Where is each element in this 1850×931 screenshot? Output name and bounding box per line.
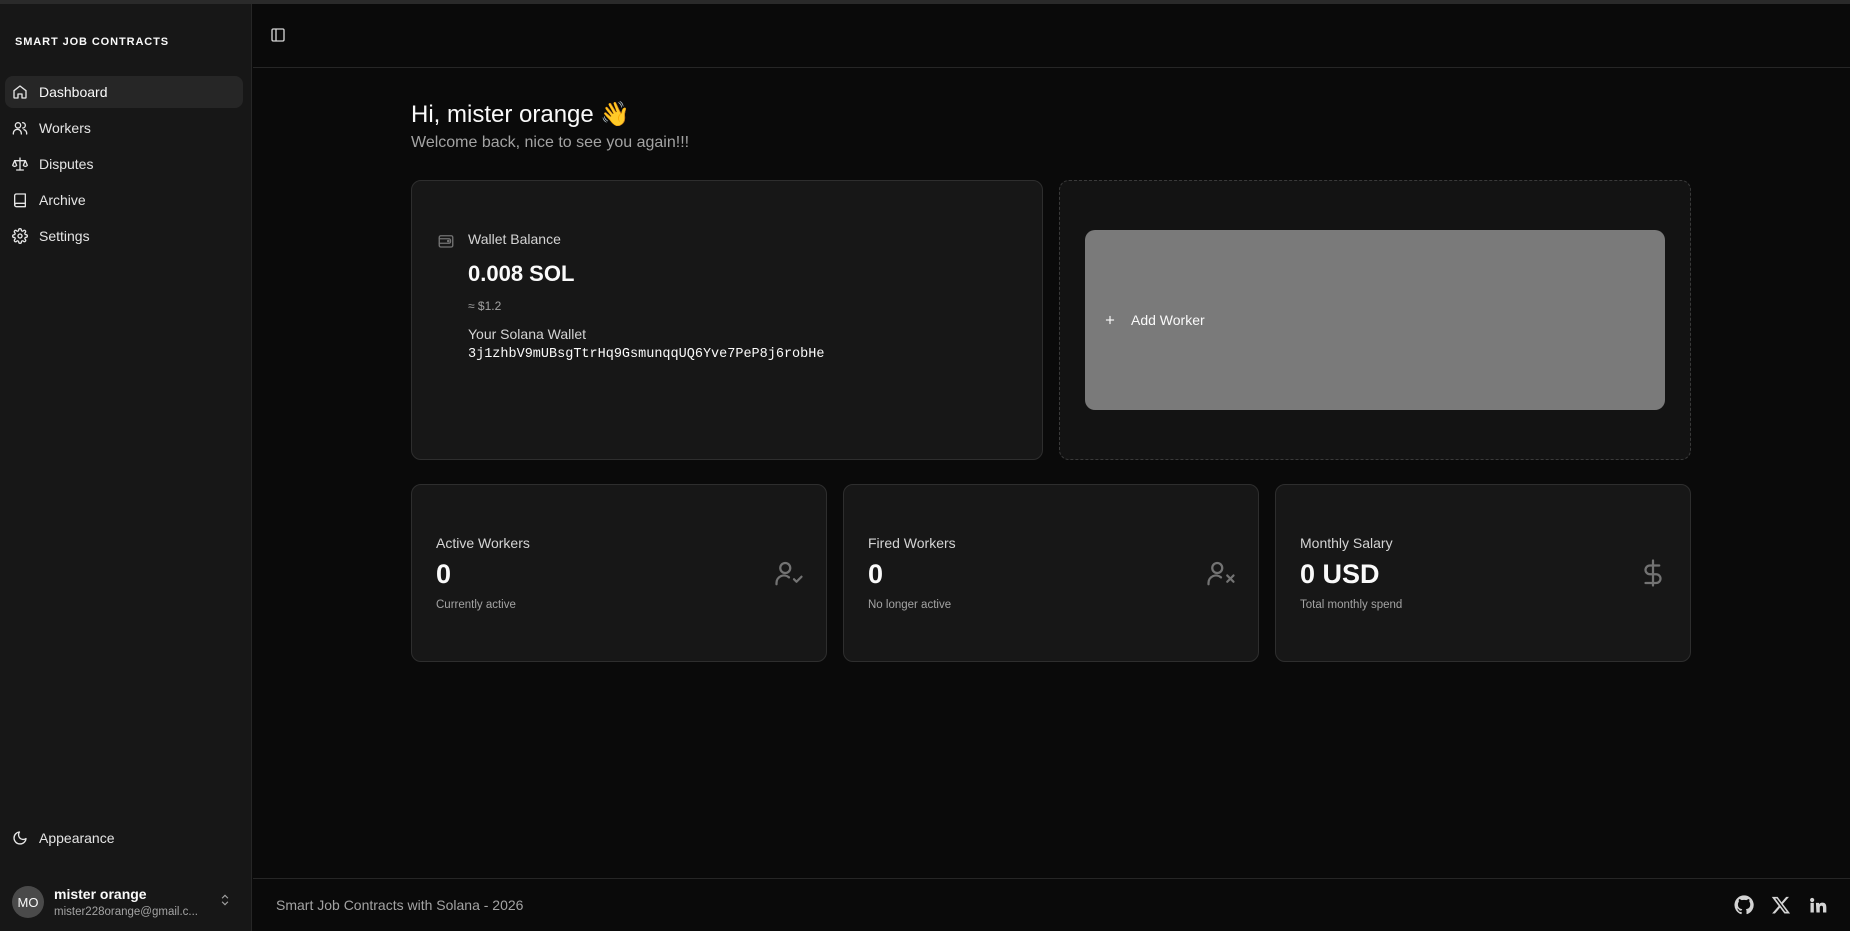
sidebar-item-label: Archive xyxy=(39,192,86,208)
appearance-toggle[interactable]: Appearance xyxy=(12,830,115,846)
sidebar-toggle-button[interactable] xyxy=(270,27,288,45)
wallet-balance-label: Wallet Balance xyxy=(468,231,561,247)
sidebar-item-dashboard[interactable]: Dashboard xyxy=(5,76,243,108)
user-name: mister orange xyxy=(54,886,147,902)
wallet-address[interactable]: 3j1zhbV9mUBsgTtrHq9GsmunqqUQ6Yve7PeP8j6r… xyxy=(468,347,824,362)
stat-label: Monthly Salary xyxy=(1300,535,1393,551)
stat-caption: No longer active xyxy=(868,599,952,611)
moon-icon xyxy=(12,830,28,846)
wallet-card: Wallet Balance 0.008 SOL ≈ $1.2 Your Sol… xyxy=(411,180,1043,460)
scale-icon xyxy=(12,156,28,172)
top-header xyxy=(253,4,1850,68)
github-icon xyxy=(1734,895,1754,915)
page-subtitle: Welcome back, nice to see you again!!! xyxy=(411,134,690,151)
user-menu[interactable]: MO mister orange mister228orange@gmail.c… xyxy=(12,880,244,924)
wallet-address-label: Your Solana Wallet xyxy=(468,326,587,342)
wallet-icon xyxy=(437,232,455,255)
stat-caption: Currently active xyxy=(436,599,516,611)
stat-value: 0 xyxy=(868,559,884,589)
appearance-label: Appearance xyxy=(39,830,115,846)
brand-title: SMART JOB CONTRACTS xyxy=(15,36,169,48)
gear-icon xyxy=(12,228,28,244)
stat-label: Fired Workers xyxy=(868,535,956,551)
stat-card-fired-workers: Fired Workers 0 No longer active xyxy=(843,484,1259,662)
plus-icon xyxy=(1103,313,1117,327)
github-link[interactable] xyxy=(1734,895,1754,915)
page-title: Hi, mister orange 👋 xyxy=(411,101,631,128)
sidebar-item-archive[interactable]: Archive xyxy=(5,184,243,216)
user-email: mister228orange@gmail.c... xyxy=(54,906,198,918)
x-twitter-link[interactable] xyxy=(1771,895,1791,915)
home-icon xyxy=(12,84,28,100)
user-x-icon xyxy=(1206,558,1236,593)
users-icon xyxy=(12,120,28,136)
book-icon xyxy=(12,192,28,208)
footer-text: Smart Job Contracts with Solana - 2026 xyxy=(276,897,524,913)
stat-label: Active Workers xyxy=(436,535,530,551)
sidebar-item-settings[interactable]: Settings xyxy=(5,220,243,252)
sidebar-item-label: Dashboard xyxy=(39,84,108,100)
add-worker-dropzone: Add Worker xyxy=(1059,180,1691,460)
stat-value: 0 USD xyxy=(1300,559,1380,589)
avatar: MO xyxy=(12,886,44,918)
sidebar: SMART JOB CONTRACTS Dashboard Workers Di… xyxy=(0,4,252,931)
x-icon xyxy=(1771,895,1791,915)
stat-card-monthly-salary: Monthly Salary 0 USD Total monthly spend xyxy=(1275,484,1691,662)
footer: Smart Job Contracts with Solana - 2026 xyxy=(253,878,1850,931)
sidebar-nav: Dashboard Workers Disputes Archive Setti… xyxy=(5,76,243,256)
wallet-balance-usd: ≈ $1.2 xyxy=(468,299,502,313)
linkedin-icon xyxy=(1808,895,1828,915)
sidebar-item-disputes[interactable]: Disputes xyxy=(5,148,243,180)
stat-value: 0 xyxy=(436,559,452,589)
user-check-icon xyxy=(774,558,804,593)
sidebar-item-label: Settings xyxy=(39,228,90,244)
linkedin-link[interactable] xyxy=(1808,895,1828,915)
stat-caption: Total monthly spend xyxy=(1300,599,1403,611)
panel-left-icon xyxy=(270,28,286,47)
chevron-up-down-icon xyxy=(218,893,232,912)
wallet-balance-value: 0.008 SOL xyxy=(468,261,575,286)
stat-card-active-workers: Active Workers 0 Currently active xyxy=(411,484,827,662)
sidebar-item-label: Workers xyxy=(39,120,91,136)
add-worker-button[interactable]: Add Worker xyxy=(1085,230,1665,410)
sidebar-item-label: Disputes xyxy=(39,156,94,172)
dollar-icon xyxy=(1638,558,1668,593)
sidebar-item-workers[interactable]: Workers xyxy=(5,112,243,144)
add-worker-label: Add Worker xyxy=(1131,312,1205,328)
